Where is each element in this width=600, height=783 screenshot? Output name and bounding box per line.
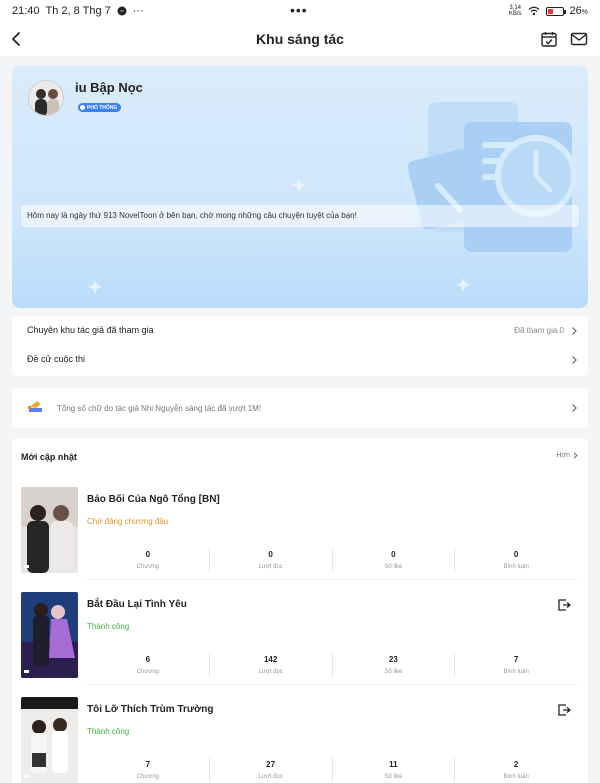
book-stats: 7 Chương 27 Lượt đọc 11 Số like 2 Bình luận [87, 758, 577, 782]
tier-badge: PHỔ THÔNG [78, 103, 122, 112]
milestone-notice[interactable]: Tổng số chữ do tác giả Nhi Nguyễn sáng t… [12, 388, 588, 428]
joined-zones-label: Chuyên khu tác giả đã tham gia [27, 325, 154, 335]
book-stats: 0 Chương 0 Lượt đọc 0 Số like 0 Bình luận [87, 548, 577, 572]
calendar-check-icon[interactable] [540, 30, 558, 48]
see-more-link[interactable]: Hơn [556, 452, 578, 459]
more-notifications-icon: ··· [132, 5, 144, 17]
chevron-right-icon [573, 452, 578, 459]
book-item[interactable]: Bảo Bối Của Ngô Tổng [BN] Chờ đăng chươn… [12, 487, 588, 592]
book-status: Thành công [87, 727, 130, 736]
sparkle-icon [88, 280, 102, 294]
book-item[interactable]: Bắt Đầu Lại Tình Yêu Thành công 6 Chương … [12, 592, 588, 697]
profile-banner: iu Bập Nọc PHỔ THÔNG Hôm nay là ngày thứ… [12, 66, 588, 308]
mail-icon[interactable] [570, 30, 588, 48]
network-speed: 3,14 KB/s [508, 5, 522, 17]
diamond-icon [80, 105, 85, 110]
sparkle-icon [292, 178, 306, 192]
avatar[interactable] [28, 80, 64, 116]
book-title: Tôi Lỡ Thích Trùm Trường [87, 704, 214, 715]
book-title: Bắt Đầu Lại Tình Yêu [87, 599, 187, 610]
comments-stat: 7 Bình luận [454, 653, 577, 677]
comments-stat: 0 Bình luận [454, 548, 577, 572]
comments-stat: 2 Bình luận [454, 758, 577, 782]
app-bar: Khu sáng tác [0, 24, 600, 56]
book-cover [21, 592, 78, 678]
book-item[interactable]: Tôi Lỡ Thích Trùm Trường Thành công 7 Chư… [12, 697, 588, 783]
joined-zones-count: Đã tham gia 0 [514, 326, 564, 335]
chevron-right-icon [572, 327, 577, 335]
likes-stat: 0 Số like [331, 548, 455, 572]
likes-stat: 11 Số like [331, 758, 455, 782]
divider [87, 684, 577, 685]
divider [87, 579, 577, 580]
wifi-icon [528, 6, 539, 16]
battery-icon [545, 6, 566, 16]
battery-level: 26% [569, 5, 588, 17]
welcome-message: Hôm nay là ngày thứ 913 NovelToon ở bên … [21, 205, 579, 227]
book-cover [21, 487, 78, 573]
page-title: Khu sáng tác [256, 31, 344, 47]
book-status: Chờ đăng chương đầu [87, 517, 169, 526]
chapters-stat: 0 Chương [136, 550, 160, 570]
status-bar: 21:40 Th 2, 8 Thg 7 ··· ••• 3,14 KB/s 26… [0, 0, 600, 24]
edit-export-icon[interactable] [557, 598, 571, 612]
messenger-icon [117, 6, 127, 16]
reads-stat: 142 Lượt đọc [208, 653, 332, 677]
reads-stat: 0 Lượt đọc [208, 548, 332, 572]
edit-export-icon[interactable] [557, 703, 571, 717]
chapters-stat: 6 Chương [136, 655, 160, 675]
document-clock-illustration [408, 102, 577, 252]
status-time: 21:40 [12, 5, 40, 17]
book-status: Thành công [87, 622, 130, 631]
chevron-right-icon [572, 356, 577, 364]
contest-nomination-label: Đề cử cuộc thi [27, 354, 86, 364]
likes-stat: 23 Số like [331, 653, 455, 677]
book-title: Bảo Bối Của Ngô Tổng [BN] [87, 494, 220, 505]
reads-stat: 27 Lượt đọc [208, 758, 332, 782]
book-cover [21, 697, 78, 783]
book-stats: 6 Chương 142 Lượt đọc 23 Số like 7 Bình luận [87, 653, 577, 677]
section-title: Mới cập nhật [21, 452, 77, 462]
author-links-card: Chuyên khu tác giả đã tham gia Đã tham g… [12, 316, 588, 376]
username: iu Bập Nọc [75, 80, 143, 95]
chapters-stat: 7 Chương [136, 760, 160, 780]
contest-nomination-row[interactable]: Đề cử cuộc thi [12, 345, 588, 375]
multitask-dots[interactable]: ••• [290, 2, 308, 18]
sparkle-icon [456, 278, 470, 292]
joined-zones-row[interactable]: Chuyên khu tác giả đã tham gia Đã tham g… [12, 316, 588, 346]
milestone-text: Tổng số chữ do tác giả Nhi Nguyễn sáng t… [57, 404, 262, 413]
chevron-right-icon [572, 404, 577, 412]
status-date: Th 2, 8 Thg 7 [45, 5, 111, 17]
recent-updates-section: Mới cập nhật Hơn Bảo Bối Của Ngô Tổng [B… [12, 438, 588, 783]
megaphone-icon [28, 401, 42, 412]
